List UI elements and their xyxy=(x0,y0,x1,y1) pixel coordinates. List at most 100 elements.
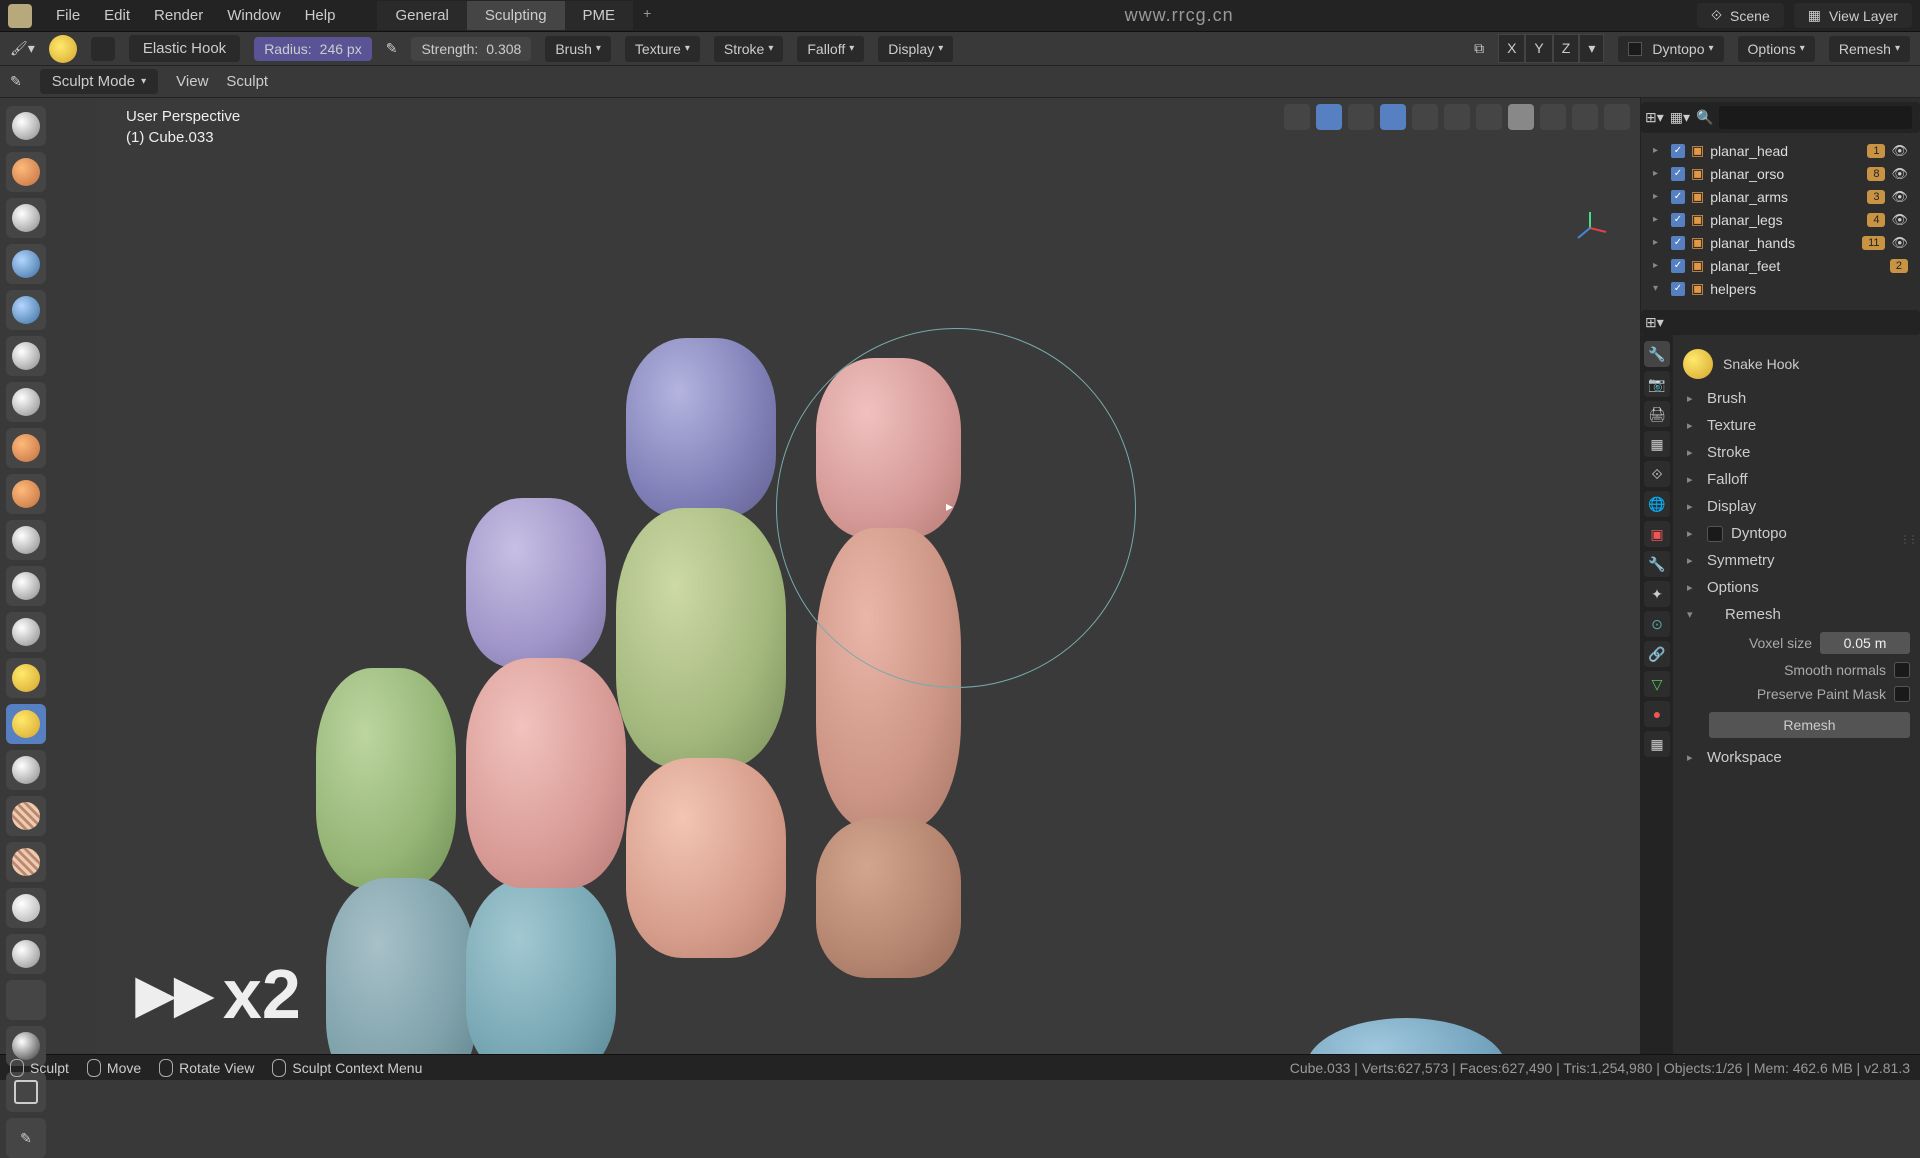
tool-inflate[interactable] xyxy=(6,290,46,330)
panel-options[interactable]: ▸Options⋮⋮ xyxy=(1683,574,1910,601)
tool-scrape[interactable] xyxy=(6,566,46,606)
expand-icon[interactable]: ▸ xyxy=(1653,168,1665,179)
tab-constraints[interactable]: 🔗 xyxy=(1644,641,1670,667)
tab-physics[interactable]: ⊙ xyxy=(1644,611,1670,637)
panel-stroke[interactable]: ▸Stroke⋮⋮ xyxy=(1683,439,1910,466)
tool-rotate[interactable] xyxy=(6,934,46,974)
tab-render[interactable]: 📷 xyxy=(1644,371,1670,397)
outliner-item[interactable]: ▸ ✓ ▣ planar_orso 8 👁 xyxy=(1647,162,1914,185)
panel-falloff[interactable]: ▸Falloff⋮⋮ xyxy=(1683,466,1910,493)
tool-draw[interactable] xyxy=(6,106,46,146)
brush-preview-icon[interactable] xyxy=(1683,349,1713,379)
expand-icon[interactable]: ▾ xyxy=(1653,283,1665,294)
add-workspace-button[interactable]: + xyxy=(633,1,661,30)
remesh-dropdown[interactable]: Remesh xyxy=(1829,36,1910,62)
texture-dropdown[interactable]: Texture xyxy=(625,36,700,62)
outliner-search-input[interactable] xyxy=(1719,106,1912,129)
options-dropdown[interactable]: Options xyxy=(1738,36,1815,62)
tab-general[interactable]: General xyxy=(377,1,466,30)
tab-modifiers[interactable]: 🔧 xyxy=(1644,551,1670,577)
mode-selector[interactable]: Sculpt Mode xyxy=(40,69,158,94)
visibility-icon[interactable]: 👁 xyxy=(1891,235,1908,251)
expand-icon[interactable]: ▸ xyxy=(1653,260,1665,271)
dyntopo-toggle[interactable]: Dyntopo xyxy=(1618,36,1723,62)
editor-type-icon[interactable]: ⊞▾ xyxy=(1645,314,1664,331)
panel-remesh[interactable]: ▾Remesh⋮⋮ xyxy=(1683,601,1910,628)
gizmo-dropdown-icon[interactable] xyxy=(1348,104,1374,130)
brush-link-icon[interactable] xyxy=(91,37,115,61)
tab-pme[interactable]: PME xyxy=(565,1,634,30)
tool-clay[interactable] xyxy=(6,152,46,192)
outliner-item[interactable]: ▸ ✓ ▣ planar_arms 3 👁 xyxy=(1647,185,1914,208)
tab-output[interactable]: 🖨 xyxy=(1644,401,1670,427)
checkbox-icon[interactable]: ✓ xyxy=(1671,236,1685,250)
tab-view-layer[interactable]: ▦ xyxy=(1644,431,1670,457)
tool-thumb[interactable] xyxy=(6,796,46,836)
axis-x[interactable]: X xyxy=(1498,34,1525,63)
falloff-dropdown[interactable]: Falloff xyxy=(797,36,864,62)
tool-flatten[interactable] xyxy=(6,474,46,514)
checkbox-icon[interactable]: ✓ xyxy=(1671,213,1685,227)
strength-slider[interactable]: Strength: 0.308 xyxy=(411,37,531,61)
outliner-item[interactable]: ▸ ✓ ▣ planar_hands 11 👁 xyxy=(1647,231,1914,254)
view-layer-selector[interactable]: ▦ View Layer xyxy=(1794,3,1912,28)
panel-brush[interactable]: ▸Brush⋮⋮ xyxy=(1683,385,1910,412)
gizmo-icon[interactable] xyxy=(1316,104,1342,130)
tab-material[interactable]: ● xyxy=(1644,701,1670,727)
tool-box-mask[interactable] xyxy=(6,1072,46,1112)
tool-blob[interactable] xyxy=(6,336,46,376)
visibility-icon[interactable]: 👁 xyxy=(1891,166,1908,182)
panel-symmetry[interactable]: ▸Symmetry⋮⋮ xyxy=(1683,547,1910,574)
axis-z[interactable]: Z xyxy=(1553,34,1580,63)
tab-scene[interactable]: ⟐ xyxy=(1644,461,1670,487)
tool-elastic-deform[interactable] xyxy=(6,704,46,744)
expand-icon[interactable]: ▸ xyxy=(1653,237,1665,248)
visibility-icon[interactable]: 👁 xyxy=(1891,212,1908,228)
tool-annotate[interactable]: ✎ xyxy=(6,1118,46,1158)
shading-rendered-icon[interactable] xyxy=(1572,104,1598,130)
radius-slider[interactable]: Radius: 246 px xyxy=(254,37,372,61)
expand-icon[interactable]: ▸ xyxy=(1653,145,1665,156)
shading-dropdown-icon[interactable] xyxy=(1604,104,1630,130)
tool-grab[interactable] xyxy=(6,658,46,698)
sculpt-menu[interactable]: Sculpt xyxy=(226,73,268,90)
tool-layer[interactable] xyxy=(6,244,46,284)
viewport-3d[interactable]: User Perspective (1) Cube.033 xyxy=(96,98,1640,1054)
xray-icon[interactable] xyxy=(1444,104,1470,130)
visibility-icon[interactable]: 👁 xyxy=(1891,189,1908,205)
blender-logo-icon[interactable] xyxy=(8,4,32,28)
menu-window[interactable]: Window xyxy=(215,3,292,28)
tool-crease[interactable] xyxy=(6,382,46,422)
smooth-normals-checkbox[interactable] xyxy=(1894,662,1910,678)
menu-file[interactable]: File xyxy=(44,3,92,28)
mirror-icon[interactable]: ⧉ xyxy=(1474,40,1484,57)
view-menu[interactable]: View xyxy=(176,73,208,90)
tab-object[interactable]: ▣ xyxy=(1644,521,1670,547)
tab-world[interactable]: 🌐 xyxy=(1644,491,1670,517)
checkbox-icon[interactable]: ✓ xyxy=(1671,282,1685,296)
axis-gizmo[interactable] xyxy=(1570,208,1610,248)
tab-particles[interactable]: ✦ xyxy=(1644,581,1670,607)
menu-render[interactable]: Render xyxy=(142,3,215,28)
stroke-dropdown[interactable]: Stroke xyxy=(714,36,784,62)
tool-pose[interactable] xyxy=(6,842,46,882)
visibility-icon[interactable] xyxy=(1284,104,1310,130)
dyntopo-checkbox[interactable] xyxy=(1707,526,1723,542)
pressure-radius-icon[interactable]: ✎ xyxy=(386,40,398,57)
expand-icon[interactable]: ▸ xyxy=(1653,191,1665,202)
outliner-item[interactable]: ▾ ✓ ▣ helpers xyxy=(1647,277,1914,300)
panel-texture[interactable]: ▸Texture⋮⋮ xyxy=(1683,412,1910,439)
tool-nudge[interactable] xyxy=(6,888,46,928)
shading-solid-icon[interactable] xyxy=(1508,104,1534,130)
tab-tool[interactable]: 🔧 xyxy=(1644,341,1670,367)
scene-selector[interactable]: ⟐ Scene xyxy=(1697,3,1784,28)
preserve-mask-checkbox[interactable] xyxy=(1894,686,1910,702)
visibility-icon[interactable]: 👁 xyxy=(1891,143,1908,159)
display-mode-icon[interactable]: ▦▾ xyxy=(1670,109,1690,126)
tab-texture[interactable]: ▦ xyxy=(1644,731,1670,757)
panel-workspace[interactable]: ▸Workspace⋮⋮ xyxy=(1683,744,1910,771)
brush-dropdown[interactable]: Brush xyxy=(545,36,611,62)
tool-clay-strips[interactable] xyxy=(6,198,46,238)
remesh-button[interactable]: Remesh xyxy=(1709,712,1910,738)
brush-dropdown-icon[interactable]: 🖌▾ xyxy=(10,40,35,57)
